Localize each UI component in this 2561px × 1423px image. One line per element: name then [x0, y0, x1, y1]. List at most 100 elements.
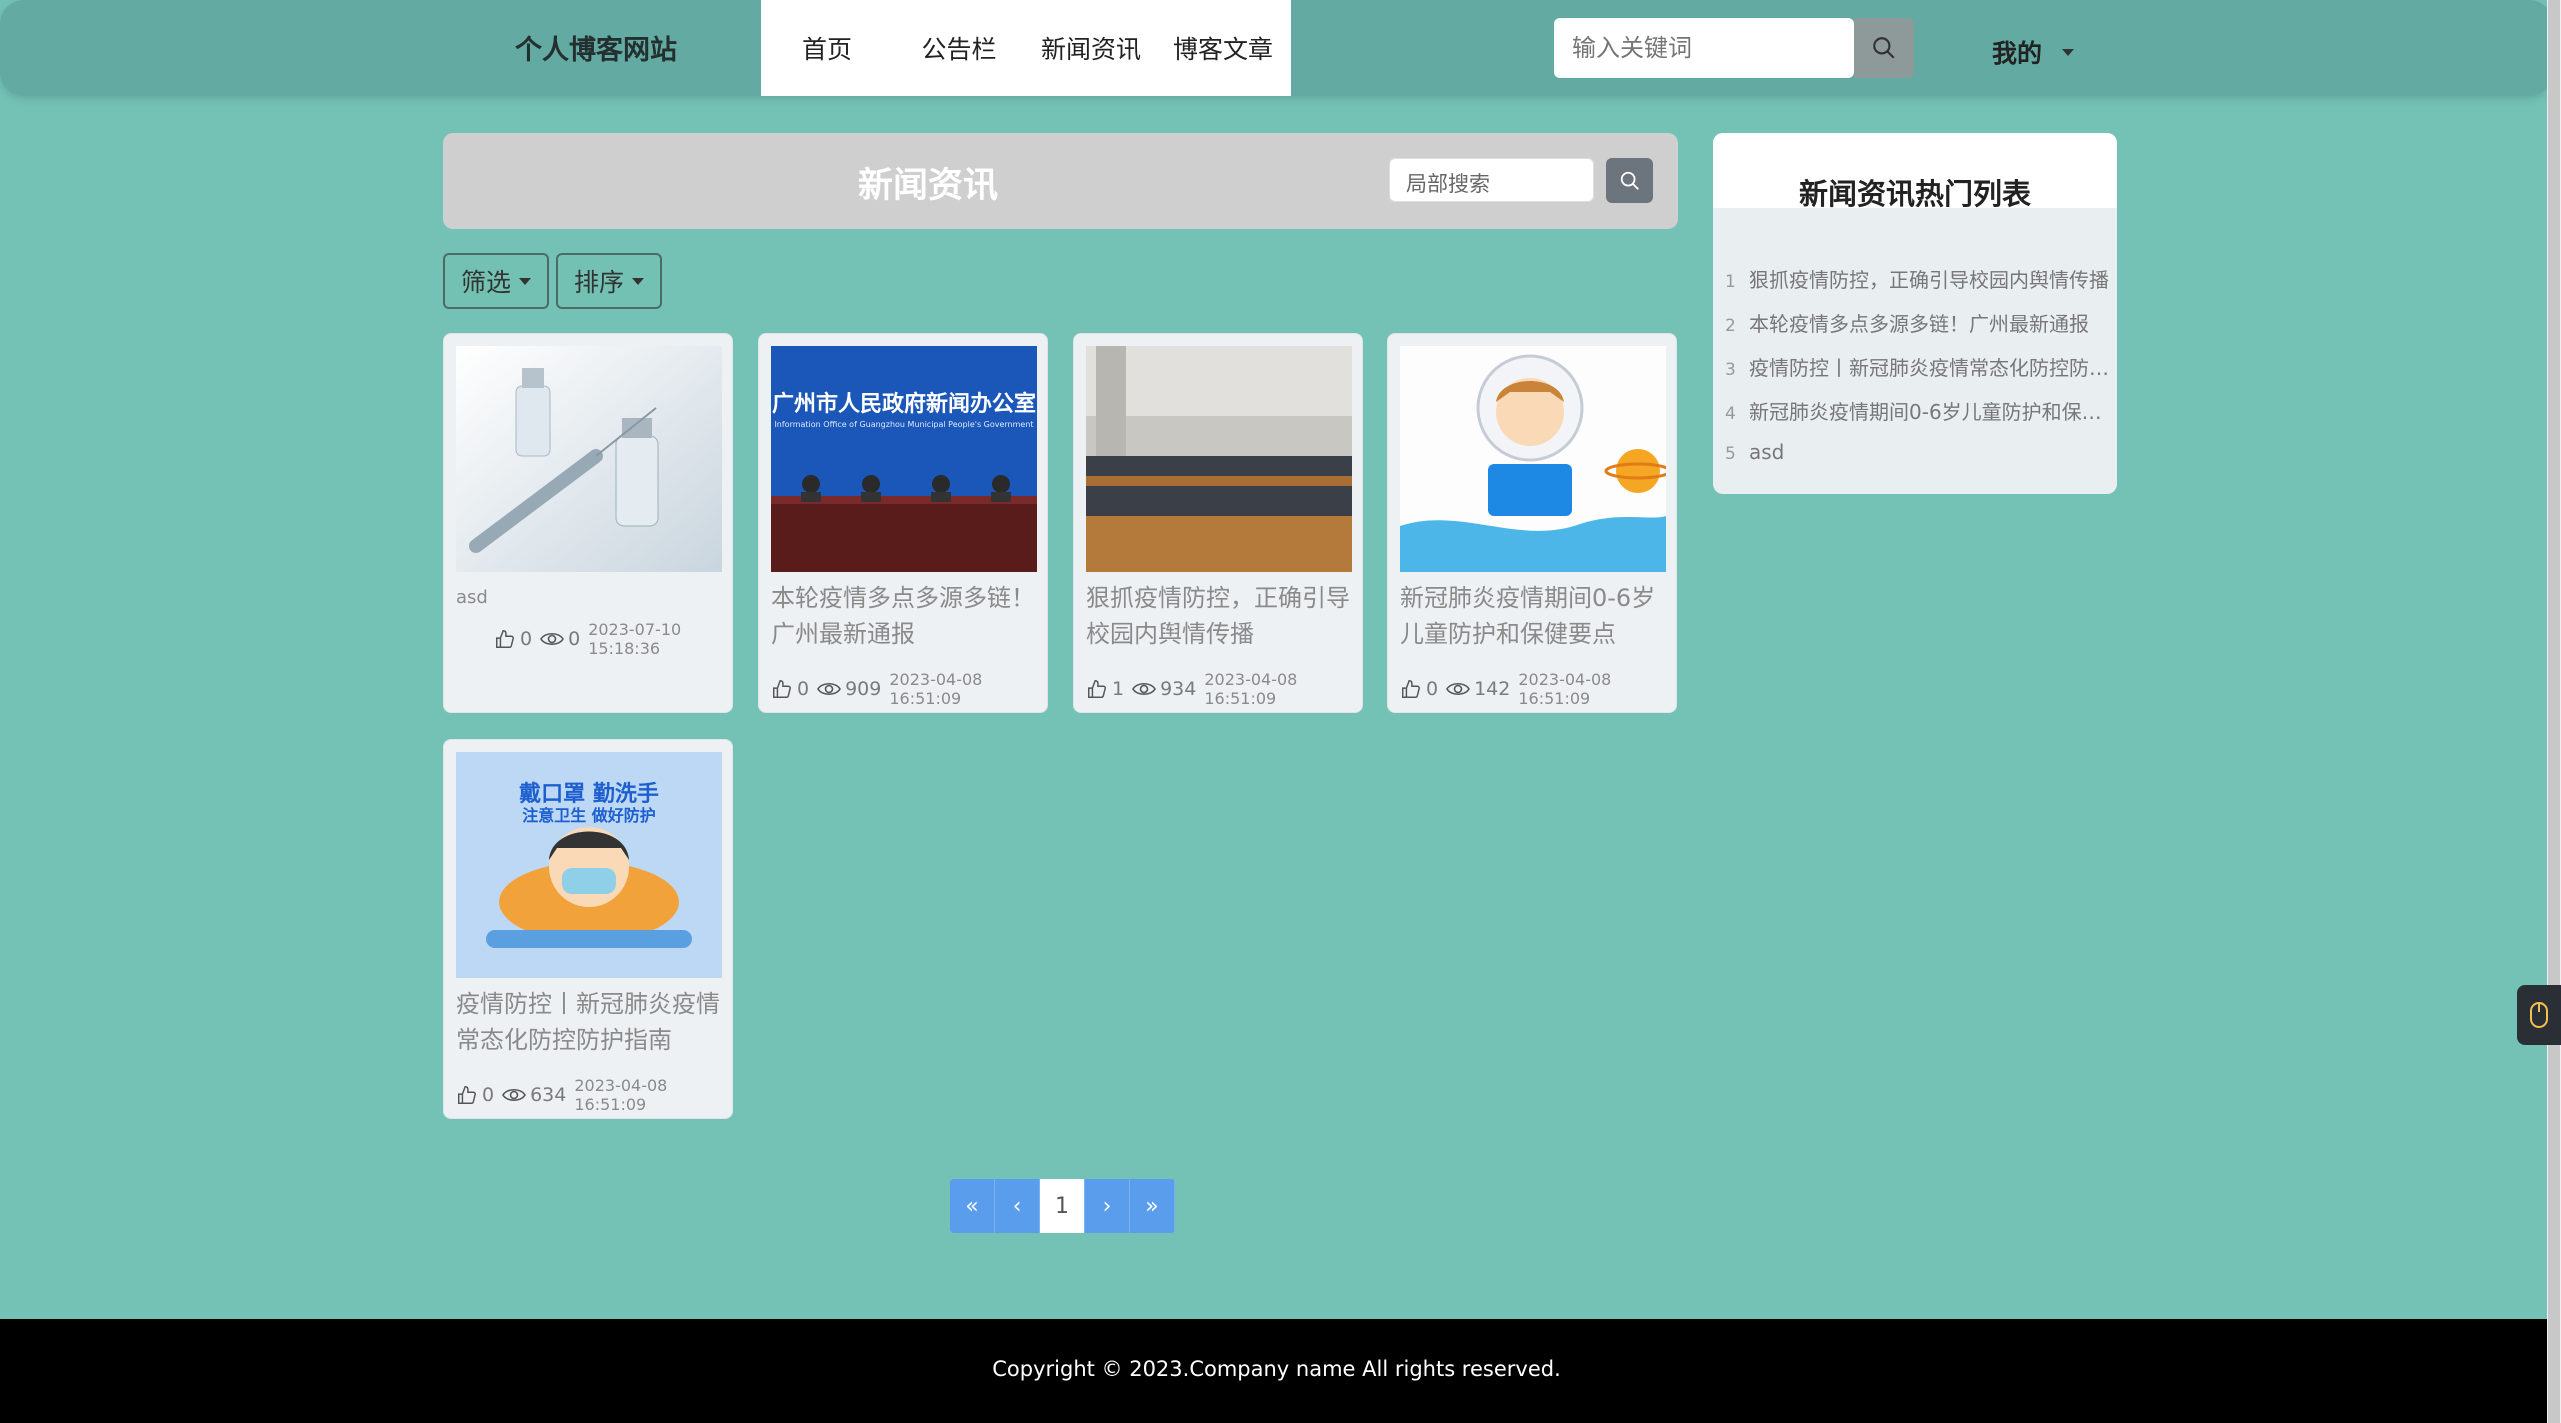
sort-label: 排序	[573, 268, 624, 297]
view-count: 142	[1474, 678, 1511, 700]
card-meta: 0 634 2023-04-08 16:51:09	[456, 1076, 726, 1114]
global-search	[1554, 18, 1854, 78]
view-count: 0	[568, 628, 581, 650]
hot-list-item[interactable]: 1 狠抓疫情防控，正确引导校园内舆情传播	[1725, 264, 2110, 293]
search-button[interactable]	[1854, 18, 1914, 78]
search-icon	[1620, 171, 1639, 190]
hot-list-item[interactable]: 5 asd	[1725, 440, 2110, 464]
card-title[interactable]: 新冠肺炎疫情期间0-6岁儿童防护和保健要点	[1400, 580, 1666, 652]
mouse-icon	[2530, 1002, 2548, 1028]
news-section-header: 新闻资讯 局部搜索	[443, 133, 1678, 229]
like-count: 0	[520, 628, 533, 650]
eye-icon	[1446, 679, 1471, 699]
eye-icon	[1132, 679, 1157, 699]
card-meta: 1 934 2023-04-08 16:51:09	[1086, 670, 1356, 708]
publish-date: 2023-04-08 16:51:09	[574, 1076, 668, 1114]
publish-date: 2023-04-08 16:51:09	[1204, 670, 1298, 708]
user-menu-dropdown[interactable]: 我的	[1992, 34, 2075, 70]
first-page-button[interactable]: «	[950, 1179, 995, 1233]
thumbs-up-icon[interactable]	[1400, 678, 1422, 700]
thumbs-up-icon[interactable]	[494, 628, 516, 650]
nav-home[interactable]: 首页	[761, 30, 893, 66]
hot-item-text: 本轮疫情多点多源多链！广州最新通报	[1749, 312, 2089, 336]
thumbs-up-icon[interactable]	[456, 1084, 478, 1106]
page-footer: Copyright © 2023.Company name All rights…	[0, 1319, 2553, 1423]
view-count: 909	[845, 678, 882, 700]
hot-list-item[interactable]: 3 疫情防控丨新冠肺炎疫情常态化防控防护指南	[1725, 352, 2110, 381]
hot-rank: 5	[1725, 444, 1736, 464]
keyword-search-input[interactable]	[1554, 18, 1854, 78]
eye-icon	[817, 679, 842, 699]
card-meta: 0 0 2023-07-10 15:18:36	[494, 620, 720, 658]
current-page-button[interactable]: 1	[1040, 1179, 1085, 1233]
news-card[interactable]: 新冠肺炎疫情期间0-6岁儿童防护和保健要点 0 142 2023-04-08 1…	[1387, 333, 1677, 713]
nav-blog-articles[interactable]: 博客文章	[1157, 30, 1289, 66]
card-title[interactable]: asd	[456, 580, 722, 616]
site-brand[interactable]: 个人博客网站	[515, 28, 677, 67]
hot-rank: 4	[1725, 404, 1736, 424]
local-search-button[interactable]	[1606, 158, 1653, 203]
eye-icon	[502, 1085, 527, 1105]
press-conference-image[interactable]: 广州市人民政府新闻办公室 Information Office of Guang…	[771, 346, 1037, 572]
thumbs-up-icon[interactable]	[771, 678, 793, 700]
news-card[interactable]: 狠抓疫情防控，正确引导校园内舆情传播 1 934 2023-04-08 16:5…	[1073, 333, 1363, 713]
news-card[interactable]: 戴口罩 勤洗手 注意卫生 做好防护 疫情防控丨新冠肺炎疫情常态化防控防护指南——…	[443, 739, 733, 1119]
nav-notice-board[interactable]: 公告栏	[893, 30, 1025, 66]
pagination: « ‹ 1 › »	[950, 1179, 1175, 1233]
thumbs-up-icon[interactable]	[1086, 678, 1108, 700]
sort-dropdown-button[interactable]: 排序	[556, 253, 662, 309]
hot-item-text: asd	[1749, 440, 1785, 464]
search-icon	[1873, 37, 1895, 59]
card-meta: 0 909 2023-04-08 16:51:09	[771, 670, 1041, 708]
chevron-down-icon	[519, 277, 531, 285]
side-floating-widget[interactable]	[2517, 985, 2561, 1045]
card-title[interactable]: 狠抓疫情防控，正确引导校园内舆情传播	[1086, 580, 1352, 652]
poster-subheadline: 注意卫生 做好防护	[522, 806, 656, 825]
page-scrollbar-thumb[interactable]	[2548, 0, 2560, 1423]
card-meta: 0 142 2023-04-08 16:51:09	[1400, 670, 1670, 708]
publish-date: 2023-07-10 15:18:36	[588, 620, 682, 658]
card-title[interactable]: 本轮疫情多点多源多链！广州最新通报	[771, 580, 1037, 652]
last-page-button[interactable]: »	[1130, 1179, 1175, 1233]
news-card[interactable]: 广州市人民政府新闻办公室 Information Office of Guang…	[758, 333, 1048, 713]
like-count: 1	[1112, 678, 1125, 700]
banner-title: 广州市人民政府新闻办公室	[771, 392, 1036, 417]
hot-item-text: 疫情防控丨新冠肺炎疫情常态化防控防护指南	[1749, 356, 2110, 380]
banner-subtitle: Information Office of Guangzhou Municipa…	[774, 420, 1034, 429]
hot-rank: 1	[1725, 272, 1736, 292]
publish-date: 2023-04-08 16:51:09	[1518, 670, 1612, 708]
user-menu-label: 我的	[1992, 39, 2043, 68]
like-count: 0	[797, 678, 810, 700]
news-card[interactable]: asd 0 0 2023-07-10 15:18:36	[443, 333, 733, 713]
view-count: 634	[530, 1084, 567, 1106]
hot-item-text: 新冠肺炎疫情期间0-6岁儿童防护和保健要点	[1749, 400, 2110, 424]
hot-list-item[interactable]: 2 本轮疫情多点多源多链！广州最新通报	[1725, 308, 2110, 337]
like-count: 0	[482, 1084, 495, 1106]
hot-list-item[interactable]: 4 新冠肺炎疫情期间0-6岁儿童防护和保健要点	[1725, 396, 2110, 425]
local-search-input[interactable]: 局部搜索	[1389, 158, 1594, 202]
meeting-hall-image[interactable]	[1086, 346, 1352, 572]
main-nav: 首页 公告栏 新闻资讯 博客文章	[761, 0, 1291, 96]
hot-list-title: 新闻资讯热门列表	[1798, 177, 2031, 211]
chevron-down-icon	[2062, 48, 2075, 56]
prev-page-button[interactable]: ‹	[995, 1179, 1040, 1233]
filter-label: 筛选	[460, 268, 511, 297]
copyright-text: Copyright © 2023.Company name All rights…	[992, 1357, 1561, 1381]
vaccine-syringe-image[interactable]	[456, 346, 722, 572]
view-count: 934	[1160, 678, 1197, 700]
hot-news-panel: 新闻资讯热门列表 1 狠抓疫情防控，正确引导校园内舆情传播 2 本轮疫情多点多源多链…	[1713, 133, 2117, 494]
hot-rank: 2	[1725, 316, 1736, 336]
nav-news[interactable]: 新闻资讯	[1025, 30, 1157, 66]
like-count: 0	[1426, 678, 1439, 700]
next-page-button[interactable]: ›	[1085, 1179, 1130, 1233]
eye-icon	[540, 629, 565, 649]
card-title[interactable]: 疫情防控丨新冠肺炎疫情常态化防控防护指南——...	[456, 986, 722, 1058]
hot-rank: 3	[1725, 360, 1736, 380]
mask-poster-image[interactable]: 戴口罩 勤洗手 注意卫生 做好防护	[456, 752, 722, 978]
filter-dropdown-button[interactable]: 筛选	[443, 253, 549, 309]
astronaut-child-image[interactable]	[1400, 346, 1666, 572]
section-title: 新闻资讯	[857, 166, 998, 206]
hot-item-text: 狠抓疫情防控，正确引导校园内舆情传播	[1749, 268, 2109, 292]
chevron-down-icon	[632, 277, 644, 285]
publish-date: 2023-04-08 16:51:09	[889, 670, 983, 708]
